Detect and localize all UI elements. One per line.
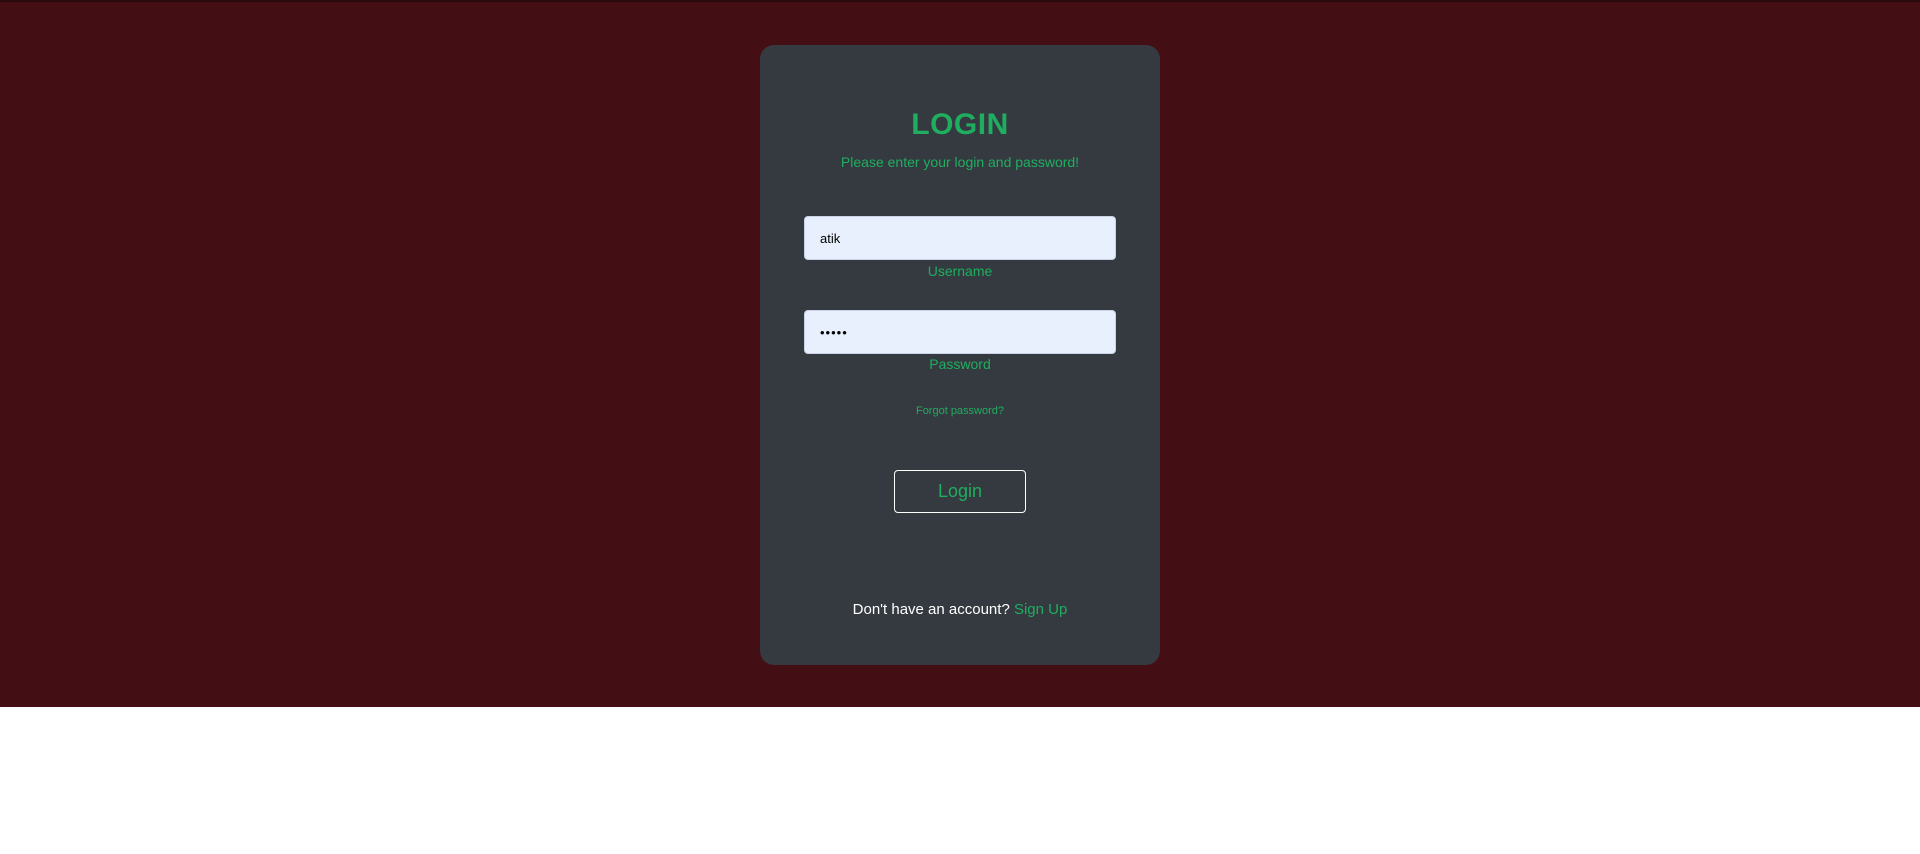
signup-prompt-row: Don't have an account? Sign Up xyxy=(0,601,1920,618)
login-title: LOGIN xyxy=(911,108,1009,141)
signup-prompt-text: Don't have an account? xyxy=(852,601,1010,618)
password-label: Password xyxy=(929,356,991,372)
login-button[interactable]: Login xyxy=(894,470,1026,513)
username-label: Username xyxy=(927,263,993,279)
signup-link[interactable]: Sign Up xyxy=(1014,601,1067,618)
password-input[interactable] xyxy=(804,310,1116,354)
forgot-password-link[interactable]: Forgot password? xyxy=(0,405,1920,417)
login-subtitle: Please enter your login and password! xyxy=(840,154,1080,170)
username-input[interactable] xyxy=(804,216,1116,260)
